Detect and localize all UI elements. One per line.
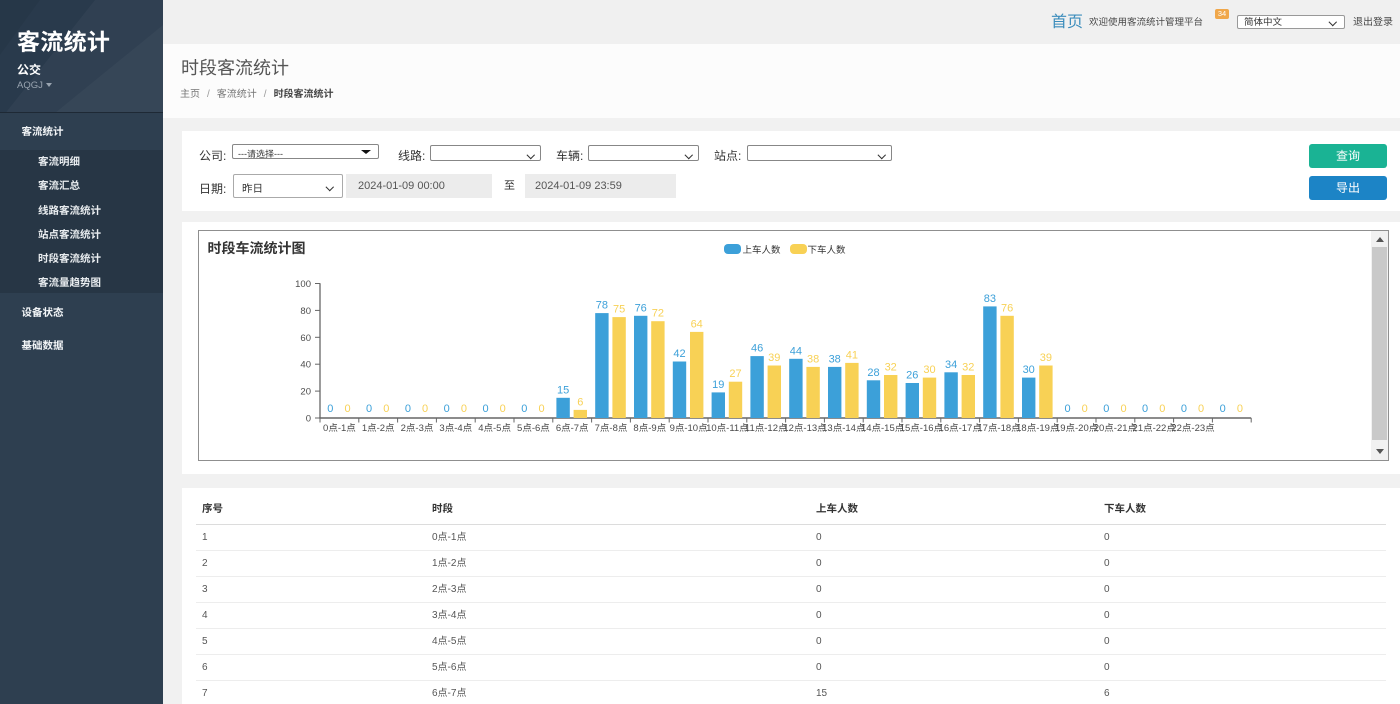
svg-text:83: 83 <box>984 293 996 305</box>
svg-text:75: 75 <box>613 304 625 316</box>
svg-text:0: 0 <box>1181 403 1187 415</box>
svg-text:38: 38 <box>807 353 819 365</box>
svg-text:0: 0 <box>1237 403 1243 415</box>
svg-text:0: 0 <box>366 403 372 415</box>
svg-text:0: 0 <box>482 403 488 415</box>
svg-text:7点-8点: 7点-8点 <box>595 423 628 434</box>
svg-text:41: 41 <box>846 349 858 361</box>
svg-text:0: 0 <box>1198 403 1204 415</box>
svg-text:44: 44 <box>790 345 802 357</box>
svg-text:0点-1点: 0点-1点 <box>323 423 356 434</box>
svg-text:17点-18点: 17点-18点 <box>977 423 1021 434</box>
svg-text:16点-17点: 16点-17点 <box>939 423 983 434</box>
svg-text:0: 0 <box>461 403 467 415</box>
svg-text:0: 0 <box>405 403 411 415</box>
svg-text:21点-22点: 21点-22点 <box>1133 423 1177 434</box>
svg-text:1点-2点: 1点-2点 <box>362 423 395 434</box>
svg-text:0: 0 <box>422 403 428 415</box>
svg-text:0: 0 <box>344 403 350 415</box>
svg-text:19点-20点: 19点-20点 <box>1055 423 1099 434</box>
svg-text:0: 0 <box>444 403 450 415</box>
svg-text:0: 0 <box>1082 403 1088 415</box>
svg-text:28: 28 <box>867 367 879 379</box>
svg-text:0: 0 <box>1220 403 1226 415</box>
svg-text:32: 32 <box>962 362 974 374</box>
svg-text:10点-11点: 10点-11点 <box>706 423 749 434</box>
svg-text:0: 0 <box>327 403 333 415</box>
svg-text:5点-6点: 5点-6点 <box>517 423 550 434</box>
svg-text:0: 0 <box>306 414 311 425</box>
svg-text:60: 60 <box>300 333 311 344</box>
svg-text:0: 0 <box>1120 403 1126 415</box>
svg-text:42: 42 <box>673 348 685 360</box>
svg-text:40: 40 <box>300 360 311 371</box>
svg-text:72: 72 <box>652 308 664 320</box>
svg-text:39: 39 <box>768 352 780 364</box>
svg-text:76: 76 <box>635 302 647 314</box>
svg-text:4点-5点: 4点-5点 <box>478 423 511 434</box>
svg-text:0: 0 <box>383 403 389 415</box>
svg-text:30: 30 <box>1023 364 1035 376</box>
svg-text:2点-3点: 2点-3点 <box>401 423 434 434</box>
svg-text:0: 0 <box>1159 403 1165 415</box>
svg-text:64: 64 <box>691 318 703 330</box>
svg-text:6: 6 <box>577 396 583 408</box>
svg-text:32: 32 <box>885 362 897 374</box>
svg-text:15: 15 <box>557 384 569 396</box>
svg-text:18点-19点: 18点-19点 <box>1016 423 1060 434</box>
svg-text:46: 46 <box>751 343 763 355</box>
svg-text:0: 0 <box>500 403 506 415</box>
svg-text:15点-16点: 15点-16点 <box>900 423 944 434</box>
svg-text:12点-13点: 12点-13点 <box>783 423 827 434</box>
svg-text:11点-12点: 11点-12点 <box>745 423 788 434</box>
svg-text:100: 100 <box>295 279 311 290</box>
svg-text:34: 34 <box>945 359 957 371</box>
svg-text:38: 38 <box>829 353 841 365</box>
svg-text:39: 39 <box>1040 352 1052 364</box>
svg-text:26: 26 <box>906 370 918 382</box>
svg-text:27: 27 <box>729 368 741 380</box>
svg-text:80: 80 <box>300 306 311 317</box>
svg-text:19: 19 <box>712 379 724 391</box>
svg-text:20点-21点: 20点-21点 <box>1094 423 1138 434</box>
svg-text:0: 0 <box>538 403 544 415</box>
svg-text:0: 0 <box>1103 403 1109 415</box>
svg-text:6点-7点: 6点-7点 <box>556 423 589 434</box>
svg-text:14点-15点: 14点-15点 <box>861 423 905 434</box>
svg-text:0: 0 <box>1142 403 1148 415</box>
svg-text:9点-10点: 9点-10点 <box>670 423 709 434</box>
svg-text:3点-4点: 3点-4点 <box>439 423 472 434</box>
svg-text:22点-23点: 22点-23点 <box>1171 423 1215 434</box>
svg-text:78: 78 <box>596 300 608 312</box>
svg-text:13点-14点: 13点-14点 <box>822 423 866 434</box>
svg-text:8点-9点: 8点-9点 <box>633 423 666 434</box>
svg-text:76: 76 <box>1001 302 1013 314</box>
svg-text:0: 0 <box>521 403 527 415</box>
svg-text:20: 20 <box>300 387 311 398</box>
svg-text:0: 0 <box>1064 403 1070 415</box>
svg-text:30: 30 <box>923 364 935 376</box>
